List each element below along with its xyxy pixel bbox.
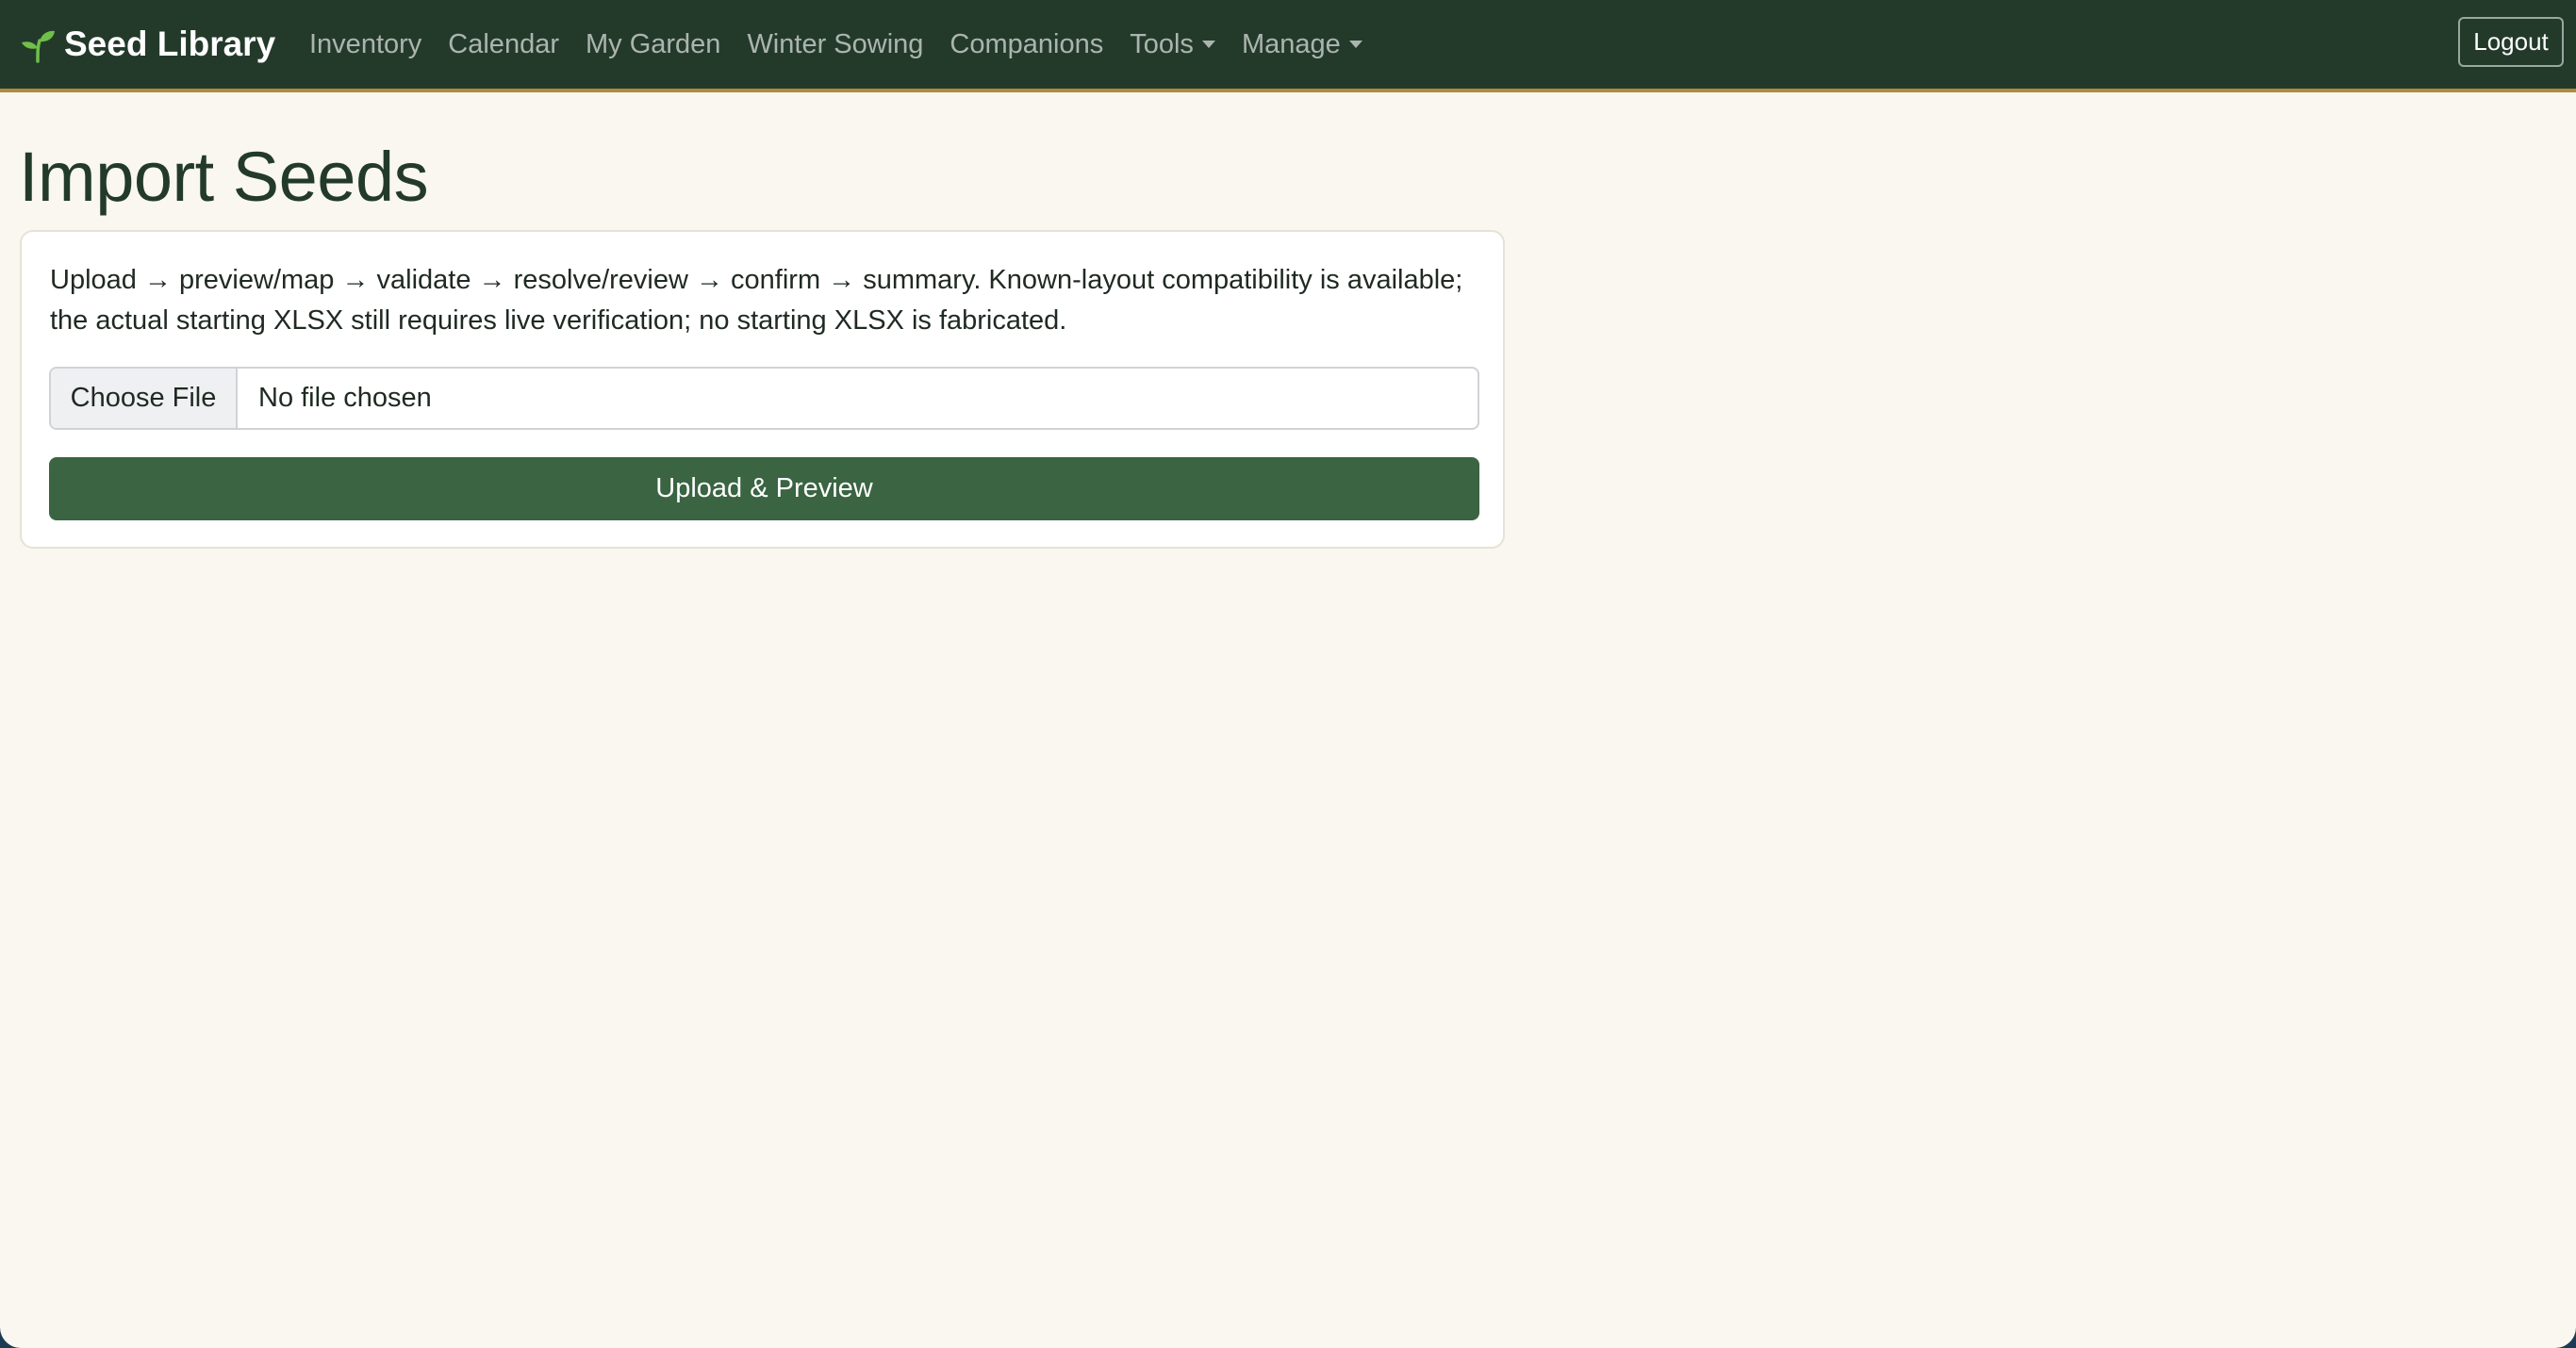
- upload-preview-button[interactable]: Upload & Preview: [49, 457, 1479, 520]
- nav-dropdown-manage-label: Manage: [1241, 28, 1341, 59]
- top-navbar: Seed Library Inventory Calendar My Garde…: [0, 0, 2576, 92]
- file-input[interactable]: Choose File No file chosen: [49, 367, 1479, 430]
- choose-file-button[interactable]: Choose File: [51, 369, 238, 428]
- page-title: Import Seeds: [19, 138, 429, 216]
- nav-dropdown-manage[interactable]: Manage: [1229, 29, 1376, 60]
- nav-dropdown-tools[interactable]: Tools: [1116, 29, 1229, 60]
- brand-link[interactable]: Seed Library: [19, 0, 275, 89]
- logout-button[interactable]: Logout: [2458, 17, 2564, 67]
- seedling-icon: [19, 25, 57, 63]
- nav-dropdown-tools-label: Tools: [1130, 28, 1194, 59]
- nav-item-calendar[interactable]: Calendar: [435, 29, 572, 60]
- nav-item-inventory[interactable]: Inventory: [296, 29, 435, 60]
- brand-name: Seed Library: [64, 25, 276, 63]
- caret-down-icon: [1348, 41, 1362, 48]
- nav-item-companions[interactable]: Companions: [936, 29, 1116, 60]
- nav-links: Inventory Calendar My Garden Winter Sowi…: [296, 0, 1376, 89]
- caret-down-icon: [1201, 41, 1215, 48]
- import-card: Upload → preview/map → validate → resolv…: [20, 230, 1505, 549]
- file-status-text: No file chosen: [258, 383, 432, 413]
- nav-item-my-garden[interactable]: My Garden: [572, 29, 734, 60]
- nav-item-winter-sowing[interactable]: Winter Sowing: [734, 29, 936, 60]
- import-description: Upload → preview/map → validate → resolv…: [50, 265, 1463, 336]
- app-window: Seed Library Inventory Calendar My Garde…: [0, 0, 2576, 1348]
